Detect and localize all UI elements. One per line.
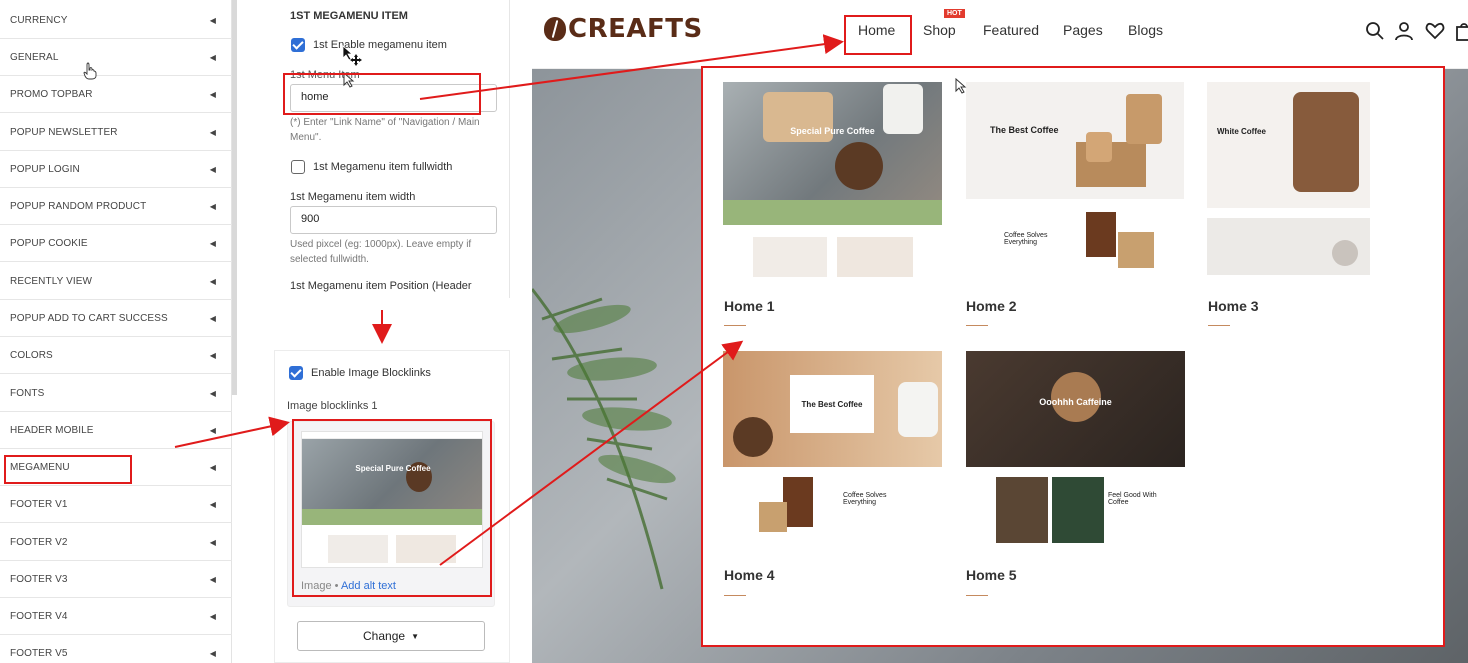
- sidebar-item-label: POPUP RANDOM PRODUCT: [10, 200, 147, 212]
- sidebar-item-label: FOOTER V4: [10, 610, 68, 622]
- sidebar-item-promo-topbar[interactable]: PROMO TOPBAR ◀: [0, 76, 232, 113]
- sidebar-item-recently-view[interactable]: RECENTLY VIEW ◀: [0, 263, 232, 300]
- search-icon[interactable]: [1365, 21, 1385, 41]
- sidebar-item-label: FOOTER V3: [10, 573, 68, 585]
- heart-icon[interactable]: [1425, 21, 1445, 41]
- sidebar-item-footer-v2[interactable]: FOOTER V2 ◀: [0, 524, 232, 561]
- caret-left-icon: ◀: [209, 127, 216, 137]
- position-label: 1st Megamenu item Position (Header: [290, 280, 472, 292]
- caret-left-icon: ◀: [209, 313, 216, 323]
- store-header: CREAFTS Home Shop HOT Featured Pages Blo…: [532, 0, 1468, 69]
- sidebar-item-header-mobile[interactable]: HEADER MOBILE ◀: [0, 412, 232, 449]
- caret-left-icon: ◀: [209, 89, 216, 99]
- sidebar-item-label: HEADER MOBILE: [10, 424, 94, 436]
- enable-blocklinks-label: Enable Image Blocklinks: [311, 367, 431, 379]
- sidebar-scrollbar[interactable]: [232, 0, 237, 395]
- sidebar-item-label: COLORS: [10, 349, 53, 361]
- settings-sidebar: CURRENCY ◀ GENERAL ◀ PROMO TOPBAR ◀ POPUP N…: [0, 0, 232, 663]
- coffee-bean-logo-icon: [544, 17, 566, 41]
- sidebar-item-footer-v1[interactable]: FOOTER V1 ◀: [0, 486, 232, 523]
- hand-cursor-icon: [83, 62, 97, 80]
- nav-shop[interactable]: Shop: [923, 22, 956, 38]
- sidebar-item-general[interactable]: GENERAL ◀: [0, 39, 232, 76]
- sidebar-item-label: FOOTER V1: [10, 498, 68, 510]
- sidebar-item-footer-v4[interactable]: FOOTER V4 ◀: [0, 598, 232, 635]
- annotation-box-nav-home: [844, 15, 912, 55]
- nav-blogs[interactable]: Blogs: [1128, 22, 1163, 38]
- caret-left-icon: ◀: [209, 388, 216, 398]
- annotation-box-megamenu-dropdown: [701, 66, 1445, 647]
- sidebar-item-colors[interactable]: COLORS ◀: [0, 337, 232, 374]
- nav-featured[interactable]: Featured: [983, 22, 1039, 38]
- enable-megamenu-checkbox[interactable]: [291, 38, 305, 52]
- sidebar-item-popup-newsletter[interactable]: POPUP NEWSLETTER ◀: [0, 114, 232, 151]
- nav-pages[interactable]: Pages: [1063, 22, 1103, 38]
- cart-icon[interactable]: [1454, 21, 1468, 41]
- sidebar-item-label: POPUP NEWSLETTER: [10, 126, 118, 138]
- caret-left-icon: ◀: [209, 425, 216, 435]
- sidebar-item-currency[interactable]: CURRENCY ◀: [0, 2, 232, 39]
- sidebar-item-label: POPUP ADD TO CART SUCCESS: [10, 312, 168, 324]
- sidebar-item-footer-v3[interactable]: FOOTER V3 ◀: [0, 561, 232, 598]
- image-blocklinks-label: Image blocklinks 1: [287, 400, 378, 412]
- sidebar-item-label: RECENTLY VIEW: [10, 275, 93, 287]
- megamenu-settings-panel: 1ST MEGAMENU ITEM 1st Enable megamenu it…: [274, 0, 510, 298]
- caret-left-icon: ◀: [209, 648, 216, 658]
- caret-left-icon: ◀: [209, 15, 216, 25]
- change-image-button[interactable]: Change ▼: [297, 621, 485, 651]
- annotation-box-blocklink-image: [292, 419, 492, 597]
- user-icon[interactable]: [1394, 21, 1414, 41]
- move-cursor-icon: [350, 54, 362, 66]
- caret-left-icon: ◀: [209, 537, 216, 547]
- sidebar-item-label: PROMO TOPBAR: [10, 88, 93, 100]
- caret-left-icon: ◀: [209, 164, 216, 174]
- logo-text: CREAFTS: [568, 14, 703, 44]
- caret-left-icon: ◀: [209, 238, 216, 248]
- fullwidth-checkbox[interactable]: [291, 160, 305, 174]
- sidebar-item-label: FOOTER V2: [10, 536, 68, 548]
- annotation-box-megamenu: [4, 455, 132, 484]
- sidebar-item-popup-login[interactable]: POPUP LOGIN ◀: [0, 151, 232, 188]
- width-label: 1st Megamenu item width: [290, 191, 416, 203]
- sidebar-item-label: POPUP LOGIN: [10, 163, 80, 175]
- caret-left-icon: ◀: [209, 499, 216, 509]
- store-logo[interactable]: CREAFTS: [544, 14, 703, 44]
- sidebar-item-label: POPUP COOKIE: [10, 237, 88, 249]
- sidebar-item-label: FONTS: [10, 387, 45, 399]
- sidebar-item-label: CURRENCY: [10, 14, 68, 26]
- section-heading: 1ST MEGAMENU ITEM: [290, 10, 408, 22]
- width-input[interactable]: 900: [290, 206, 497, 234]
- sidebar-item-fonts[interactable]: FONTS ◀: [0, 375, 232, 412]
- enable-blocklinks-checkbox[interactable]: [289, 366, 303, 380]
- sidebar-item-footer-v5[interactable]: FOOTER V5 ◀: [0, 635, 232, 663]
- caret-left-icon: ◀: [209, 611, 216, 621]
- hot-badge: HOT: [944, 9, 965, 18]
- sidebar-item-label: FOOTER V5: [10, 647, 68, 659]
- caret-left-icon: ◀: [209, 350, 216, 360]
- caret-left-icon: ◀: [209, 52, 216, 62]
- caret-left-icon: ◀: [209, 462, 216, 472]
- sidebar-item-popup-add-to-cart-success[interactable]: POPUP ADD TO CART SUCCESS ◀: [0, 300, 232, 337]
- screenshot-root: CURRENCY ◀ GENERAL ◀ PROMO TOPBAR ◀ POPUP N…: [0, 0, 1468, 663]
- sidebar-item-popup-cookie[interactable]: POPUP COOKIE ◀: [0, 225, 232, 262]
- menu-item-help: (*) Enter "Link Name" of "Navigation / M…: [290, 117, 480, 143]
- sidebar-item-label: GENERAL: [10, 51, 59, 63]
- caret-left-icon: ◀: [209, 276, 216, 286]
- caret-down-icon: ▼: [411, 631, 419, 641]
- change-button-label: Change: [363, 629, 406, 643]
- caret-left-icon: ◀: [209, 201, 216, 211]
- caret-left-icon: ◀: [209, 574, 216, 584]
- width-help: Used pixcel (eg: 1000px). Leave empty if…: [290, 239, 472, 265]
- sidebar-item-popup-random-product[interactable]: POPUP RANDOM PRODUCT ◀: [0, 188, 232, 225]
- annotation-box-menu-item: [283, 73, 481, 115]
- fullwidth-label: 1st Megamenu item fullwidth: [313, 161, 453, 173]
- enable-megamenu-label: 1st Enable megamenu item: [313, 39, 447, 51]
